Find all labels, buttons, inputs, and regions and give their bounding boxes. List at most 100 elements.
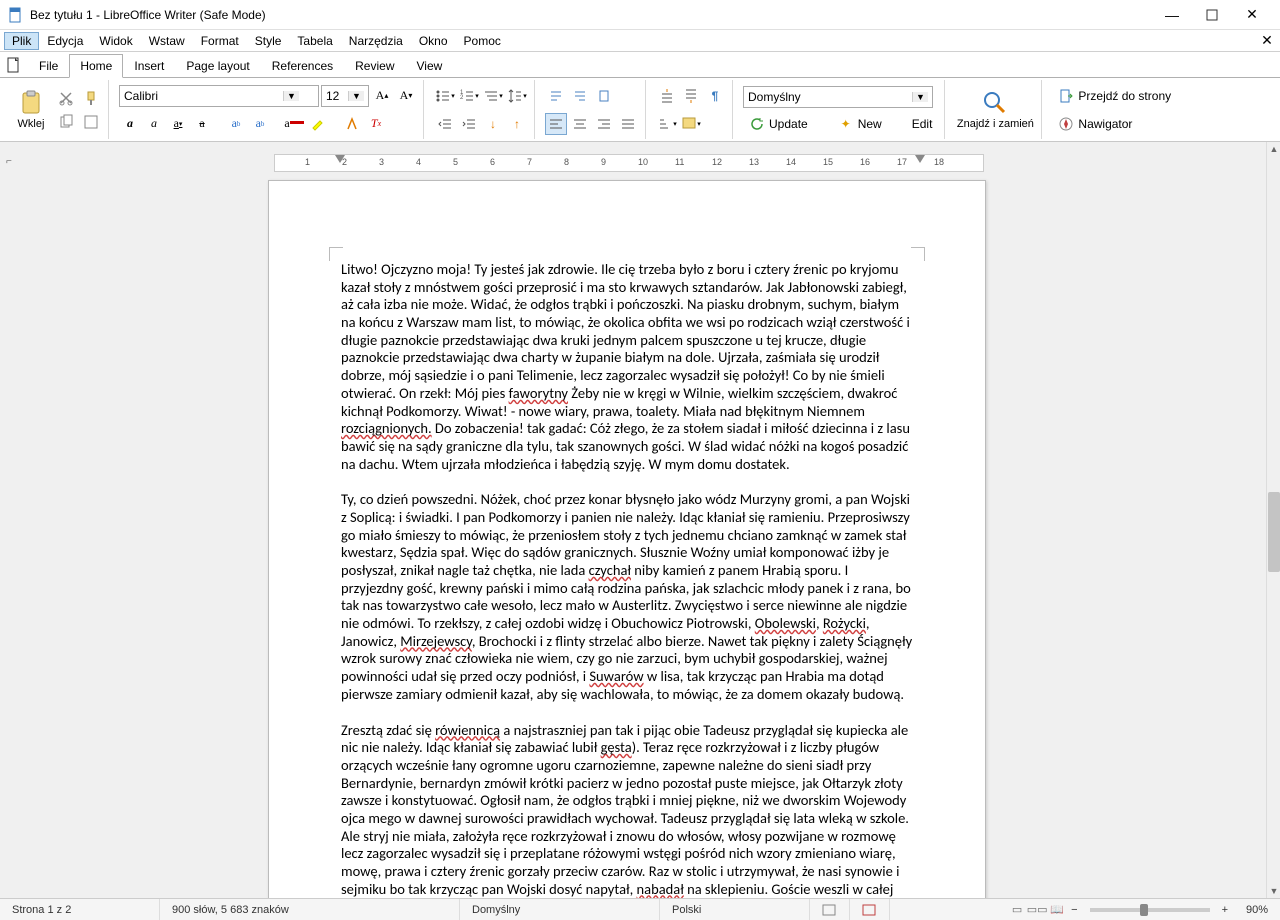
ltr-icon[interactable]: [545, 85, 567, 107]
goto-page-button[interactable]: Przejdź do strony: [1052, 86, 1177, 106]
clone-format-icon[interactable]: [80, 111, 102, 133]
view-single-icon[interactable]: ▭: [1009, 902, 1025, 918]
close-document-button[interactable]: ✕: [1258, 32, 1276, 49]
rtl-icon[interactable]: [569, 85, 591, 107]
align-justify-icon[interactable]: [617, 113, 639, 135]
horizontal-ruler[interactable]: 123456789101112131415161718: [274, 154, 984, 172]
chevron-down-icon[interactable]: ▼: [912, 92, 928, 102]
align-right-icon[interactable]: [593, 113, 615, 135]
status-zoom[interactable]: 90%: [1232, 899, 1280, 920]
sort-icon[interactable]: ▾: [656, 113, 678, 135]
font-color-icon[interactable]: a: [283, 113, 305, 135]
underline-icon[interactable]: a▾: [167, 113, 189, 135]
font-size-combo[interactable]: ▼: [321, 85, 369, 107]
font-name-combo[interactable]: ▼: [119, 85, 319, 107]
find-replace-button[interactable]: Znajdź i zamień: [955, 81, 1035, 139]
outline-icon[interactable]: ▾: [482, 85, 504, 107]
bullet-list-icon[interactable]: ▾: [434, 85, 456, 107]
chevron-down-icon[interactable]: ▼: [283, 91, 299, 101]
font-name-input[interactable]: [120, 86, 283, 106]
paragraph[interactable]: Ty, co dzień powszedni. Nóżek, choć prze…: [341, 491, 913, 703]
close-button[interactable]: ✕: [1232, 1, 1272, 29]
strikethrough-icon[interactable]: a: [191, 113, 213, 135]
bold-icon[interactable]: a: [119, 113, 141, 135]
copy-icon[interactable]: [55, 111, 77, 133]
paragraph-style-input[interactable]: [744, 87, 912, 107]
line-spacing-icon[interactable]: ▾: [506, 85, 528, 107]
menu-pomoc[interactable]: Pomoc: [456, 32, 509, 50]
navigator-button[interactable]: Nawigator: [1052, 114, 1138, 134]
menu-plik[interactable]: Plik: [4, 32, 39, 50]
menu-wstaw[interactable]: Wstaw: [141, 32, 193, 50]
paragraph[interactable]: Litwo! Ojczyzno moja! Ty jesteś jak zdro…: [341, 261, 913, 473]
new-document-icon[interactable]: [4, 55, 24, 75]
cut-icon[interactable]: [55, 87, 77, 109]
align-left-icon[interactable]: [545, 113, 567, 135]
menu-okno[interactable]: Okno: [411, 32, 456, 50]
sparkle-icon: ✦: [838, 116, 854, 132]
tab-home[interactable]: Home: [69, 54, 123, 78]
paragraph[interactable]: Zresztą zdać się rówiennicą a najstraszn…: [341, 722, 913, 899]
space-after-icon[interactable]: [680, 85, 702, 107]
menu-narzedzia[interactable]: Narzędzia: [341, 32, 411, 50]
grow-font-icon[interactable]: A▴: [371, 85, 393, 107]
menu-tabela[interactable]: Tabela: [289, 32, 340, 50]
char-format-icon[interactable]: [341, 113, 363, 135]
status-words[interactable]: 900 słów, 5 683 znaków: [160, 899, 460, 920]
font-size-input[interactable]: [322, 86, 348, 106]
maximize-button[interactable]: [1192, 1, 1232, 29]
scrollbar-thumb[interactable]: [1268, 492, 1280, 572]
tab-review[interactable]: Review: [344, 54, 405, 77]
status-page[interactable]: Strona 1 z 2: [0, 899, 160, 920]
zoom-out-icon[interactable]: −: [1067, 904, 1081, 916]
clear-format-icon[interactable]: Tx: [365, 113, 387, 135]
status-language[interactable]: Polski: [660, 899, 810, 920]
superscript-icon[interactable]: ab: [225, 113, 247, 135]
tab-view[interactable]: View: [406, 54, 454, 77]
align-center-icon[interactable]: [569, 113, 591, 135]
zoom-slider[interactable]: [1090, 908, 1210, 912]
shrink-font-icon[interactable]: A▾: [395, 85, 417, 107]
vertical-scrollbar[interactable]: ▲ ▼: [1266, 142, 1280, 898]
tab-file[interactable]: File: [28, 54, 69, 77]
status-signature[interactable]: [850, 899, 890, 920]
space-before-icon[interactable]: [656, 85, 678, 107]
zoom-in-icon[interactable]: +: [1218, 904, 1232, 916]
edit-style-button[interactable]: Edit: [906, 115, 939, 133]
menu-widok[interactable]: Widok: [91, 32, 140, 50]
view-book-icon[interactable]: 📖: [1049, 902, 1065, 918]
tab-insert[interactable]: Insert: [123, 54, 175, 77]
move-down-icon[interactable]: ↓: [482, 113, 504, 135]
status-insert-mode[interactable]: [810, 899, 850, 920]
scroll-up-icon[interactable]: ▲: [1267, 142, 1280, 156]
window-title: Bez tytułu 1 - LibreOffice Writer (Safe …: [30, 8, 1152, 22]
new-style-button[interactable]: ✦New: [832, 114, 888, 134]
indent-decrease-icon[interactable]: [434, 113, 456, 135]
scroll-down-icon[interactable]: ▼: [1267, 884, 1280, 898]
update-style-button[interactable]: Update: [743, 114, 814, 134]
pilcrow-icon[interactable]: ¶: [704, 85, 726, 107]
minimize-button[interactable]: —: [1152, 1, 1192, 29]
italic-icon[interactable]: a: [143, 113, 165, 135]
paste-button[interactable]: Wklej: [10, 81, 52, 139]
menu-format[interactable]: Format: [193, 32, 247, 50]
subscript-icon[interactable]: ab: [249, 113, 271, 135]
indent-increase-icon[interactable]: [458, 113, 480, 135]
chevron-down-icon[interactable]: ▼: [348, 91, 364, 101]
vertical-text-icon[interactable]: [593, 85, 615, 107]
tab-page-layout[interactable]: Page layout: [175, 54, 260, 77]
paste-label: Wklej: [18, 118, 45, 130]
format-paintbrush-icon[interactable]: [80, 87, 102, 109]
document-page[interactable]: Litwo! Ojczyzno moja! Ty jesteś jak zdro…: [268, 180, 986, 898]
tab-references[interactable]: References: [261, 54, 344, 77]
paragraph-style-combo[interactable]: ▼: [743, 86, 933, 108]
number-list-icon[interactable]: 12▾: [458, 85, 480, 107]
menu-edycja[interactable]: Edycja: [39, 32, 91, 50]
status-style[interactable]: Domyślny: [460, 899, 660, 920]
move-up-icon[interactable]: ↑: [506, 113, 528, 135]
background-color-icon[interactable]: ▾: [680, 113, 702, 135]
menu-style[interactable]: Style: [247, 32, 290, 50]
refresh-icon: [749, 116, 765, 132]
view-multi-icon[interactable]: ▭▭: [1029, 902, 1045, 918]
highlight-icon[interactable]: [307, 113, 329, 135]
